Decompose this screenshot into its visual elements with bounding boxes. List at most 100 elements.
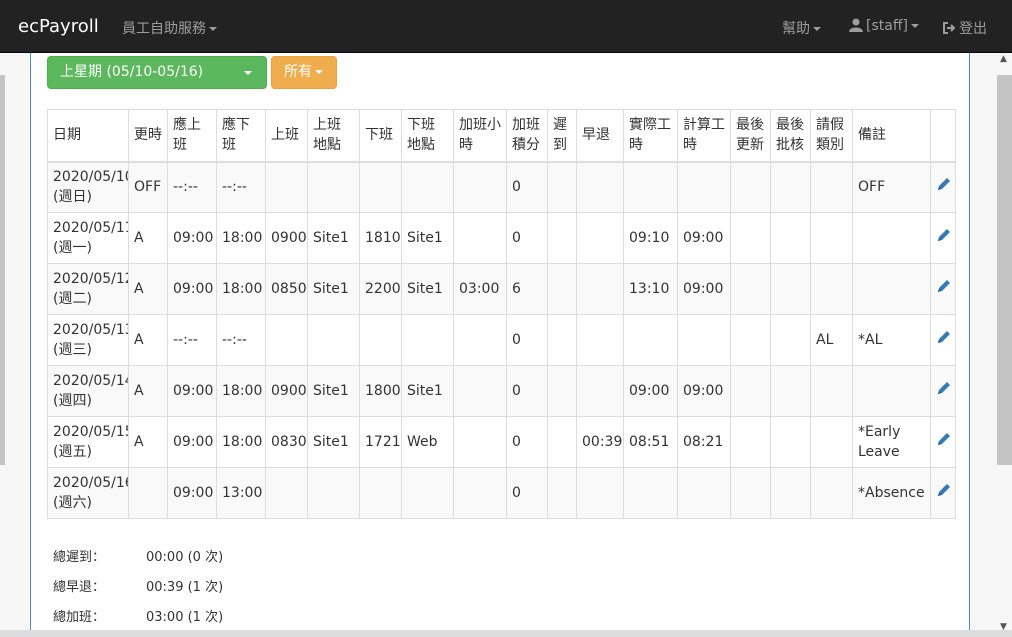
cell-text: 0 <box>512 383 521 399</box>
column-header: 下班 <box>359 109 402 163</box>
table-cell <box>576 263 624 315</box>
scrollbar-track[interactable] <box>997 75 1012 465</box>
cell-text: 03:00 <box>459 281 500 297</box>
table-header-row: 日期 更時 應上班應下班上班 上班 地點 下班 下班 地點 加班小時加班 積分遲到早退 實際工時計算… <box>47 109 956 163</box>
column-header-label: 應下 <box>222 117 250 134</box>
cell-text: (週六) <box>53 495 92 511</box>
table-cell: 0 <box>506 365 548 417</box>
table-cell: Site1 <box>307 263 360 315</box>
cell-text: --:-- <box>173 332 198 348</box>
table-cell: Site1 <box>401 365 454 417</box>
cell-text: 0 <box>512 230 521 246</box>
period-dropdown[interactable]: 上星期 (05/10-05/16) <box>47 56 267 89</box>
pencil-icon[interactable] <box>936 431 952 447</box>
column-header: 最後 更新 <box>730 109 771 163</box>
table-cell: --:-- <box>167 161 217 213</box>
column-header-label: 備註 <box>858 127 886 144</box>
cell-text: 18:00 <box>222 230 263 246</box>
column-header-label: 遲 <box>553 117 567 134</box>
column-header-label: 時 <box>683 137 697 154</box>
table-cell: 09:00 <box>167 212 217 264</box>
table-cell: A <box>128 212 168 264</box>
table-cell <box>547 212 577 264</box>
cell-text: (週二) <box>53 291 92 307</box>
column-header-label: 更新 <box>736 137 764 154</box>
summary-value: 00:00 (0 次) <box>146 550 224 565</box>
column-header: 更時 <box>128 109 168 163</box>
column-header: 請假 類別 <box>810 109 853 163</box>
table-cell <box>359 314 402 366</box>
table-cell <box>359 161 402 213</box>
pencil-icon[interactable] <box>936 482 952 498</box>
table-cell <box>770 365 811 417</box>
cell-text: OFF <box>134 179 162 196</box>
table-cell: 6 <box>506 263 548 315</box>
table-cell: 00:39 <box>576 416 624 468</box>
cell-text: 09:00 <box>629 383 670 399</box>
column-header <box>930 109 956 163</box>
table-cell: 18:00 <box>216 263 266 315</box>
cell-text: 0 <box>512 434 521 450</box>
pencil-icon[interactable] <box>936 329 952 345</box>
table-row: 2020/05/12 (週二) A 09:00 18:00 0850 Site1 2200 Si… <box>47 263 956 315</box>
column-header-label: 應上 <box>173 117 201 134</box>
scope-dropdown-label: 所有 <box>284 64 312 80</box>
table-cell <box>770 212 811 264</box>
table-cell <box>770 263 811 315</box>
column-header-label: 時 <box>629 137 643 154</box>
table-cell <box>576 365 624 417</box>
table-cell: 03:00 <box>453 263 507 315</box>
chevron-down-icon <box>209 27 217 31</box>
table-row: 2020/05/14 (週四) A 09:00 18:00 0900 Site1 1800 Si… <box>47 365 956 417</box>
column-header: 上班 地點 <box>307 109 360 163</box>
pencil-icon[interactable] <box>936 380 952 396</box>
column-header-label: 積分 <box>512 137 540 154</box>
column-header: 遲到 <box>547 109 577 163</box>
table-cell <box>730 314 771 366</box>
column-header-label: 加班 <box>512 117 540 134</box>
pencil-icon[interactable] <box>936 278 952 294</box>
table-row: 2020/05/15 (週五) A 09:00 18:00 0830 Site1 1721 We… <box>47 416 956 468</box>
table-cell <box>453 161 507 213</box>
table-cell: Site1 <box>307 212 360 264</box>
pencil-icon[interactable] <box>936 176 952 192</box>
cell-text: Site1 <box>313 230 349 246</box>
table-cell: 09:00 <box>623 365 678 417</box>
table-cell <box>453 416 507 468</box>
column-header-label: 加班小 <box>459 117 501 134</box>
chevron-down-icon <box>910 24 919 28</box>
table-cell <box>730 365 771 417</box>
cell-text: --:-- <box>222 332 247 348</box>
help-menu[interactable]: 幫助 <box>782 18 821 38</box>
table-cell: 0850 <box>265 263 308 315</box>
cell-text: 00:39 <box>582 434 623 450</box>
table-cell: 09:10 <box>623 212 678 264</box>
cell-text: 18:00 <box>222 383 263 399</box>
cell-text: 2020/05/12 <box>53 271 129 287</box>
column-header-label: 上班 <box>313 117 341 134</box>
pencil-icon[interactable] <box>936 227 952 243</box>
logout-link[interactable]: 登出 <box>942 18 987 38</box>
cell-text: 08:51 <box>629 434 670 450</box>
table-cell: 2020/05/14 (週四) <box>47 365 129 417</box>
scroll-up-arrow-icon[interactable]: ▲ <box>1000 54 1010 64</box>
brand-logo[interactable]: ecPayroll <box>18 16 99 37</box>
cell-text: (週三) <box>53 342 92 358</box>
table-cell: *Absence <box>852 467 931 519</box>
table-cell: Site1 <box>307 365 360 417</box>
background-overlay-left <box>0 75 5 465</box>
scope-dropdown[interactable]: 所有 <box>271 56 337 89</box>
cell-text: 0850 <box>271 281 307 297</box>
user-menu[interactable]: [staff] <box>849 18 919 34</box>
edit-cell <box>930 314 956 366</box>
table-cell: 0 <box>506 161 548 213</box>
table-cell <box>453 212 507 264</box>
logout-label: 登出 <box>959 21 987 37</box>
table-row: 2020/05/13 (週三) A --:-- --:-- 0 AL *AL <box>47 314 956 366</box>
table-cell <box>770 314 811 366</box>
cell-text: A <box>134 281 144 297</box>
self-service-menu[interactable]: 員工自助服務 <box>122 18 217 38</box>
table-cell <box>810 365 853 417</box>
cell-text: 0 <box>512 485 521 501</box>
table-cell: --:-- <box>216 161 266 213</box>
